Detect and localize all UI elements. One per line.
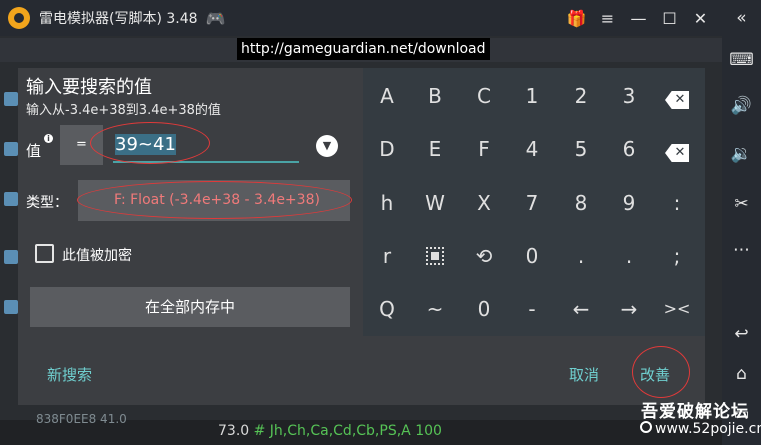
screenshot-icon[interactable]: ✂ <box>722 194 761 214</box>
bottom-status-text: 73.0 # Jh,Ch,Ca,Cd,Cb,PS,A 100 <box>218 423 442 439</box>
key-e[interactable]: E <box>411 125 459 173</box>
emulator-sidebar: « ⌨ 🔊 🔉 ✂ ⋯ ↩ ⌂ ▭ <box>722 0 761 445</box>
window-title: 雷电模拟器(写脚本) 3.48 <box>39 11 198 27</box>
key-5[interactable]: 5 <box>557 125 605 173</box>
app-logo-icon <box>8 7 30 29</box>
background-checkbox <box>4 300 18 314</box>
home-icon[interactable]: ⌂ <box>722 364 761 384</box>
minimize-icon[interactable]: — <box>623 9 654 28</box>
dialog-subtitle: 输入从-3.4e+38到3.4e+38的值 <box>26 103 221 118</box>
gift-icon[interactable]: 🎁 <box>561 9 592 28</box>
background-list-row: 838F0EE8 41.0 <box>36 412 127 426</box>
encrypted-label: 此值被加密 <box>62 248 132 264</box>
keyboard-icon[interactable]: ⌨ <box>722 50 761 70</box>
key-9[interactable]: 9 <box>605 179 653 227</box>
backspace-icon: ✕ <box>665 91 689 109</box>
menu-icon[interactable]: ≡ <box>592 9 623 28</box>
key-a[interactable]: A <box>363 72 411 120</box>
swap-key[interactable]: >< <box>653 285 701 333</box>
key-colon[interactable]: : <box>653 179 701 227</box>
background-checkbox <box>4 142 18 156</box>
key-minus[interactable]: - <box>508 285 556 333</box>
key-d[interactable]: D <box>363 125 411 173</box>
key-zero[interactable]: 0 <box>460 285 508 333</box>
volume-up-icon[interactable]: 🔊 <box>722 96 761 116</box>
annotation-circle <box>632 346 690 398</box>
backspace-key[interactable]: ✕ <box>653 72 701 120</box>
key-dot-2[interactable]: . <box>605 232 653 280</box>
key-8[interactable]: 8 <box>557 179 605 227</box>
collapse-icon[interactable]: « <box>722 8 761 28</box>
select-all-key[interactable] <box>411 232 459 280</box>
watermark-icon <box>640 421 652 433</box>
type-label: 类型： <box>26 195 68 211</box>
cursor-left-key[interactable]: ← <box>557 285 605 333</box>
more-icon[interactable]: ⋯ <box>722 240 761 260</box>
key-w[interactable]: W <box>411 179 459 227</box>
annotation-circle <box>77 181 352 219</box>
key-2[interactable]: 2 <box>557 72 605 120</box>
key-0[interactable]: 0 <box>508 232 556 280</box>
key-x[interactable]: X <box>460 179 508 227</box>
key-tilde[interactable]: ~ <box>411 285 459 333</box>
status-value: 73.0 <box>218 423 250 439</box>
history-icon: ⟲ <box>475 244 493 268</box>
watermark-url: www.52pojie.cn <box>655 421 761 437</box>
back-icon[interactable]: ↩ <box>722 324 761 344</box>
key-6[interactable]: 6 <box>605 125 653 173</box>
background-checkbox <box>4 92 18 106</box>
cursor-right-key[interactable]: → <box>605 285 653 333</box>
dialog-title: 输入要搜索的值 <box>26 77 152 98</box>
key-1[interactable]: 1 <box>508 72 556 120</box>
background-checkbox <box>4 250 18 264</box>
info-icon[interactable]: i <box>44 134 53 143</box>
key-semicolon[interactable]: ; <box>653 232 701 280</box>
history-dropdown-icon[interactable]: ▼ <box>316 135 338 157</box>
key-b[interactable]: B <box>411 72 459 120</box>
cancel-button[interactable]: 取消 <box>569 364 599 385</box>
key-f[interactable]: F <box>460 125 508 173</box>
new-search-button[interactable]: 新搜索 <box>47 364 92 385</box>
keypad: A B C 1 2 3 ✕ D E F 4 5 6 ✕ h W X 7 8 9 … <box>363 68 705 336</box>
watermark-title: 吾爱破解论坛 <box>641 402 749 422</box>
key-3[interactable]: 3 <box>605 72 653 120</box>
key-4[interactable]: 4 <box>508 125 556 173</box>
select-all-icon <box>426 247 444 265</box>
volume-down-icon[interactable]: 🔉 <box>722 144 761 164</box>
encrypted-checkbox[interactable] <box>35 244 54 263</box>
key-c[interactable]: C <box>460 72 508 120</box>
maximize-icon[interactable]: ☐ <box>654 9 685 28</box>
close-icon[interactable]: ✕ <box>685 9 716 28</box>
key-dot-1[interactable]: . <box>557 232 605 280</box>
background-checkbox <box>4 192 18 206</box>
clear-key[interactable]: ✕ <box>653 125 701 173</box>
gamepad-icon[interactable]: 🎮 <box>206 9 226 28</box>
key-h[interactable]: h <box>363 179 411 227</box>
status-tags: # Jh,Ch,Ca,Cd,Cb,PS,A 100 <box>253 423 442 439</box>
url-overlay: http://gameguardian.net/download <box>237 38 490 60</box>
clear-icon: ✕ <box>665 144 689 162</box>
key-q[interactable]: Q <box>363 285 411 333</box>
key-7[interactable]: 7 <box>508 179 556 227</box>
value-label: 值 <box>26 142 42 160</box>
annotation-circle <box>90 122 210 164</box>
history-key[interactable]: ⟲ <box>460 232 508 280</box>
memory-range-button[interactable]: 在全部内存中 <box>30 287 350 327</box>
key-r[interactable]: r <box>363 232 411 280</box>
window-titlebar: 雷电模拟器(写脚本) 3.48 🎮 🎁 ≡ — ☐ ✕ <box>0 0 722 36</box>
